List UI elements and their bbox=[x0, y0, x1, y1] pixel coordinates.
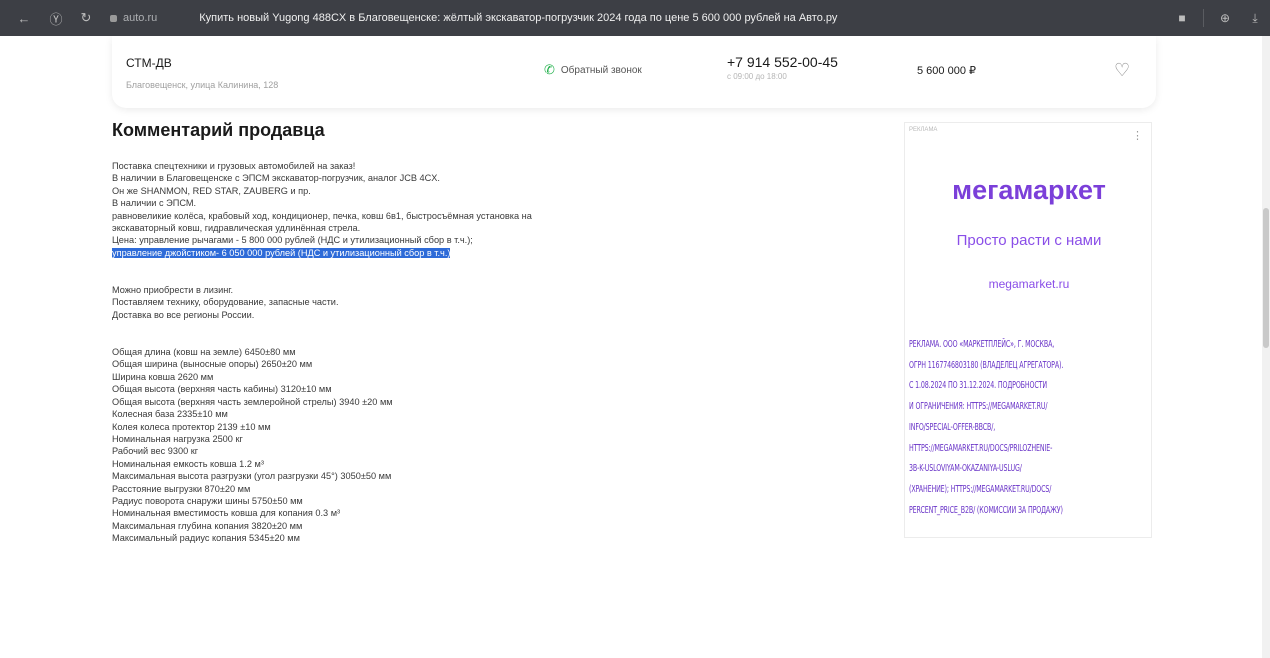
spec-line: Рабочий вес 9300 кг bbox=[112, 446, 199, 457]
reload-icon[interactable]: ↻ bbox=[76, 10, 96, 26]
comment-line: равновеликие колёса, крабовый ход, конди… bbox=[112, 210, 532, 221]
comment-line: Доставка во все регионы России. bbox=[112, 309, 255, 320]
bookmark-icon[interactable]: ■ bbox=[1167, 11, 1197, 25]
comment-line: В наличии в Благовещенске с ЭПСМ экскава… bbox=[112, 173, 440, 184]
spec-line: Расстояние выгрузки 870±20 мм bbox=[112, 483, 251, 494]
ad-legal-line: INFO/SPECIAL-OFFER-BBCB/, bbox=[909, 421, 996, 433]
ad-banner[interactable]: РЕКЛАМА ⋮ мегамаркет Просто расти с нами… bbox=[904, 122, 1152, 538]
callback-button[interactable]: ✆ Обратный звонок bbox=[544, 62, 642, 78]
spec-line: Общая ширина (выносные опоры) 2650±20 мм bbox=[112, 359, 313, 370]
comment-line: Он же SHANMON, RED STAR, ZAUBERG и пр. bbox=[112, 185, 311, 196]
ad-site-link[interactable]: megamarket.ru bbox=[905, 277, 1153, 291]
address-bar[interactable]: auto.ru bbox=[110, 12, 157, 24]
scrollbar[interactable] bbox=[1262, 36, 1270, 658]
page-content: СТМ-ДВ Благовещенск, улица Калинина, 128… bbox=[0, 36, 1262, 658]
domain-text: auto.ru bbox=[123, 12, 158, 24]
comment-body: Поставка спецтехники и грузовых автомоби… bbox=[112, 160, 752, 545]
toolbar-divider bbox=[1203, 9, 1204, 27]
scrollbar-thumb[interactable] bbox=[1263, 208, 1269, 348]
phone-hours: с 09:00 до 18:00 bbox=[727, 72, 787, 81]
selected-text[interactable]: управление джойстиком- 6 050 000 рублей … bbox=[112, 247, 451, 258]
price: 5 600 000 ₽ bbox=[917, 65, 976, 77]
spec-line: Ширина ковша 2620 мм bbox=[112, 371, 214, 382]
spec-line: Колея колеса протектор 2139 ±10 мм bbox=[112, 421, 271, 432]
phone-number: +7 914 552-00-45 bbox=[727, 54, 838, 70]
spec-line: Колесная база 2335±10 мм bbox=[112, 409, 228, 420]
page-title: Купить новый Yugong 488CX в Благовещенск… bbox=[199, 12, 838, 24]
spec-line: Общая длина (ковш на земле) 6450±80 мм bbox=[112, 347, 296, 358]
ad-brand: мегамаркет bbox=[952, 175, 1106, 205]
seller-card: СТМ-ДВ Благовещенск, улица Калинина, 128… bbox=[112, 36, 1156, 108]
comment-heading: Комментарий продавца bbox=[112, 120, 325, 140]
favorite-heart-icon[interactable]: ♡ bbox=[1114, 60, 1130, 81]
ad-slogan: Просто расти с нами bbox=[956, 232, 1102, 249]
callback-label: Обратный звонок bbox=[560, 64, 642, 76]
ad-legal-line: HTTPS://MEGAMARKET.RU/DOCS/PRILOZHENIE- bbox=[909, 442, 1053, 454]
seller-address: Благовещенск, улица Калинина, 128 bbox=[126, 80, 279, 90]
spec-line: Номинальная вместимость ковша для копани… bbox=[112, 508, 341, 519]
comment-line: Можно приобрести в лизинг. bbox=[112, 285, 234, 296]
ad-legal-line: PERCENT_PRICE_B2B/ (КОМИССИИ ЗА ПРОДАЖУ) bbox=[909, 504, 1063, 516]
spec-line: Радиус поворота снаружи шины 5750±50 мм bbox=[112, 495, 303, 506]
ad-legal-line: 3B-K-USLOVIYAM-OKAZANIYA-USLUG/ bbox=[909, 463, 1022, 475]
comment-line: Цена: управление рычагами - 5 800 000 ру… bbox=[112, 235, 473, 246]
ad-legal-line: И ОГРАНИЧЕНИЯ: HTTPS://MEGAMARKET.RU/ bbox=[909, 401, 1048, 413]
comment-line: В наличии с ЭПСМ. bbox=[112, 198, 197, 209]
extensions-icon[interactable]: ⊕ bbox=[1210, 11, 1240, 25]
ad-legal-line: С 1.08.2024 ПО 31.12.2024. ПОДРОБНОСТИ bbox=[909, 380, 1047, 392]
ad-legal-text: РЕКЛАМА. ООО «МАРКЕТПЛЕЙС», Г. МОСКВА, О… bbox=[909, 335, 1147, 521]
spec-line: Общая высота (верхняя часть землеройной … bbox=[112, 396, 393, 407]
download-icon[interactable]: ⤓ bbox=[1240, 11, 1270, 26]
seller-name[interactable]: СТМ-ДВ bbox=[126, 56, 172, 70]
spec-line: Максимальный радиус копания 5345±20 мм bbox=[112, 533, 300, 544]
ad-label: РЕКЛАМА bbox=[909, 127, 938, 133]
back-icon[interactable]: ← bbox=[14, 11, 34, 26]
ad-legal-line: (XPAHEHИE); HTTPS://MEGAMARKET.RU/DOCS/ bbox=[909, 483, 1052, 495]
yandex-icon[interactable]: Ⓨ bbox=[46, 9, 66, 28]
spec-line: Максимальная высота разгрузки (угол разг… bbox=[112, 471, 392, 482]
browser-toolbar: ← Ⓨ ↻ auto.ru Купить новый Yugong 488CX … bbox=[0, 0, 1270, 36]
spec-line: Максимальная глубина копания 3820±20 мм bbox=[112, 520, 303, 531]
more-options-icon[interactable]: ⋮ bbox=[1132, 129, 1143, 142]
lock-icon bbox=[110, 14, 117, 22]
spec-line: Номинальная нагрузка 2500 кг bbox=[112, 433, 243, 444]
comment-line: экскаваторный ковш, гидравлическая удлин… bbox=[112, 223, 361, 234]
phone-icon: ✆ bbox=[544, 62, 555, 77]
ad-legal-line: РЕКЛАМА. ООО «МАРКЕТПЛЕЙС», Г. МОСКВА, bbox=[909, 339, 1055, 350]
spec-line: Номинальная емкость ковша 1.2 м³ bbox=[112, 458, 264, 469]
ad-legal-line: ОГРН 1167746803180 (ВЛАДЕЛЕЦ АГРЕГАТОРА)… bbox=[909, 359, 1064, 371]
spec-line: Общая высота (верхняя часть кабины) 3120… bbox=[112, 384, 332, 395]
comment-line: Поставляем технику, оборудование, запасн… bbox=[112, 297, 339, 308]
comment-line: Поставка спецтехники и грузовых автомоби… bbox=[112, 161, 356, 171]
phone-button[interactable]: +7 914 552-00-45 с 09:00 до 18:00 bbox=[727, 54, 838, 81]
